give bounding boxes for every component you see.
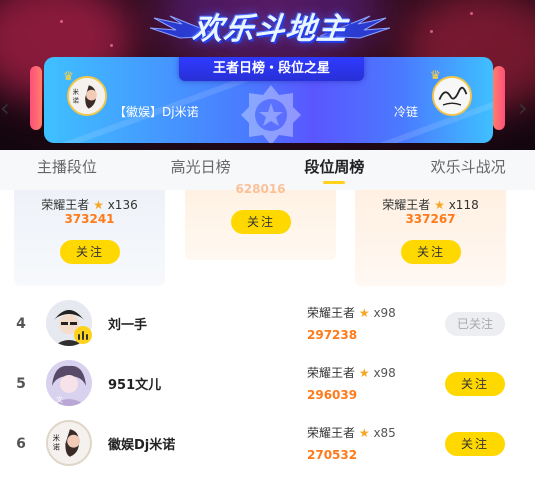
- svg-text:文: 文: [56, 395, 63, 404]
- list-item[interactable]: 4 刘一手 荣耀王者 ★ x98 297238 已关注: [0, 294, 535, 354]
- ribbon-title: 王者日榜・段位之星: [179, 57, 364, 81]
- score-value: 373241: [64, 212, 115, 226]
- svg-text:诺: 诺: [73, 96, 80, 104]
- rank-line: 荣耀王者 ★ x98: [307, 306, 396, 320]
- live-icon: [74, 326, 92, 344]
- svg-text:米: 米: [73, 87, 80, 96]
- score-value: 297238: [307, 328, 358, 342]
- next-arrow-icon[interactable]: ›: [518, 96, 528, 120]
- score-value: 337267: [405, 212, 456, 226]
- podium-second: 荣耀王者 ★ x136 373241 关注: [14, 190, 165, 286]
- rank-line: 荣耀王者 ★ x98: [307, 366, 396, 380]
- followed-button[interactable]: 已关注: [445, 312, 505, 336]
- tab-anchor-rank[interactable]: 主播段位: [0, 150, 134, 190]
- star-icon: ★: [358, 366, 370, 380]
- left-user-name[interactable]: 【徽娱】Dj米诺: [114, 103, 199, 120]
- follow-button[interactable]: 关注: [445, 432, 505, 456]
- prev-arrow-icon[interactable]: ‹: [0, 96, 10, 120]
- rank-number: 4: [16, 316, 26, 332]
- prev-card-peek[interactable]: [30, 66, 42, 130]
- right-user-name[interactable]: 冷链: [394, 103, 418, 120]
- follow-button[interactable]: 关注: [231, 210, 291, 234]
- rank-line: 荣耀王者 ★ x136: [41, 198, 138, 212]
- follow-button[interactable]: 关注: [445, 372, 505, 396]
- user-name[interactable]: 刘一手: [108, 314, 147, 333]
- tab-battle-status[interactable]: 欢乐斗战况: [401, 150, 535, 190]
- rank-number: 6: [16, 436, 26, 452]
- rank-line: 荣耀王者 ★ x85: [307, 426, 396, 440]
- user-name[interactable]: 951文儿: [108, 374, 161, 393]
- star-icon: ★: [358, 426, 370, 440]
- score-value: 296039: [307, 388, 358, 402]
- star-icon: ★: [358, 306, 370, 320]
- rank-number: 5: [16, 376, 26, 392]
- list-item[interactable]: 5 文 951文儿 荣耀王者 ★ x98 296039 关注: [0, 354, 535, 414]
- list-item[interactable]: 6 米 诺 徽娱Dj米诺 荣耀王者 ★ x85 270532 关注: [0, 414, 535, 474]
- follow-button[interactable]: 关注: [60, 240, 120, 264]
- avatar[interactable]: [432, 76, 472, 116]
- logo-text: 欢乐斗地主: [190, 12, 349, 47]
- next-card-peek[interactable]: [493, 66, 505, 130]
- rank-line: 荣耀王者 ★ x118: [382, 198, 479, 212]
- user-name[interactable]: 徽娱Dj米诺: [108, 434, 175, 453]
- game-logo: 欢乐斗地主: [150, 0, 390, 58]
- svg-text:诺: 诺: [53, 442, 60, 451]
- avatar[interactable]: 文: [46, 360, 92, 406]
- score-value: 628016: [235, 182, 286, 196]
- follow-button[interactable]: 关注: [401, 240, 461, 264]
- podium-first: 628016 关注: [185, 182, 336, 260]
- score-value: 270532: [307, 448, 358, 462]
- avatar[interactable]: 米 诺: [67, 76, 107, 116]
- avatar[interactable]: 米 诺: [46, 420, 92, 466]
- star-of-rank-card[interactable]: 王者日榜・段位之星 ♛ 米 诺 【徽娱】Dj米诺 ♛ 冷链: [44, 57, 493, 143]
- podium-third: 荣耀王者 ★ x118 337267 关注: [355, 190, 506, 286]
- medal-icon: [241, 85, 301, 143]
- svg-text:米: 米: [53, 433, 61, 442]
- star-icon: ★: [93, 198, 104, 212]
- star-icon: ★: [434, 198, 445, 212]
